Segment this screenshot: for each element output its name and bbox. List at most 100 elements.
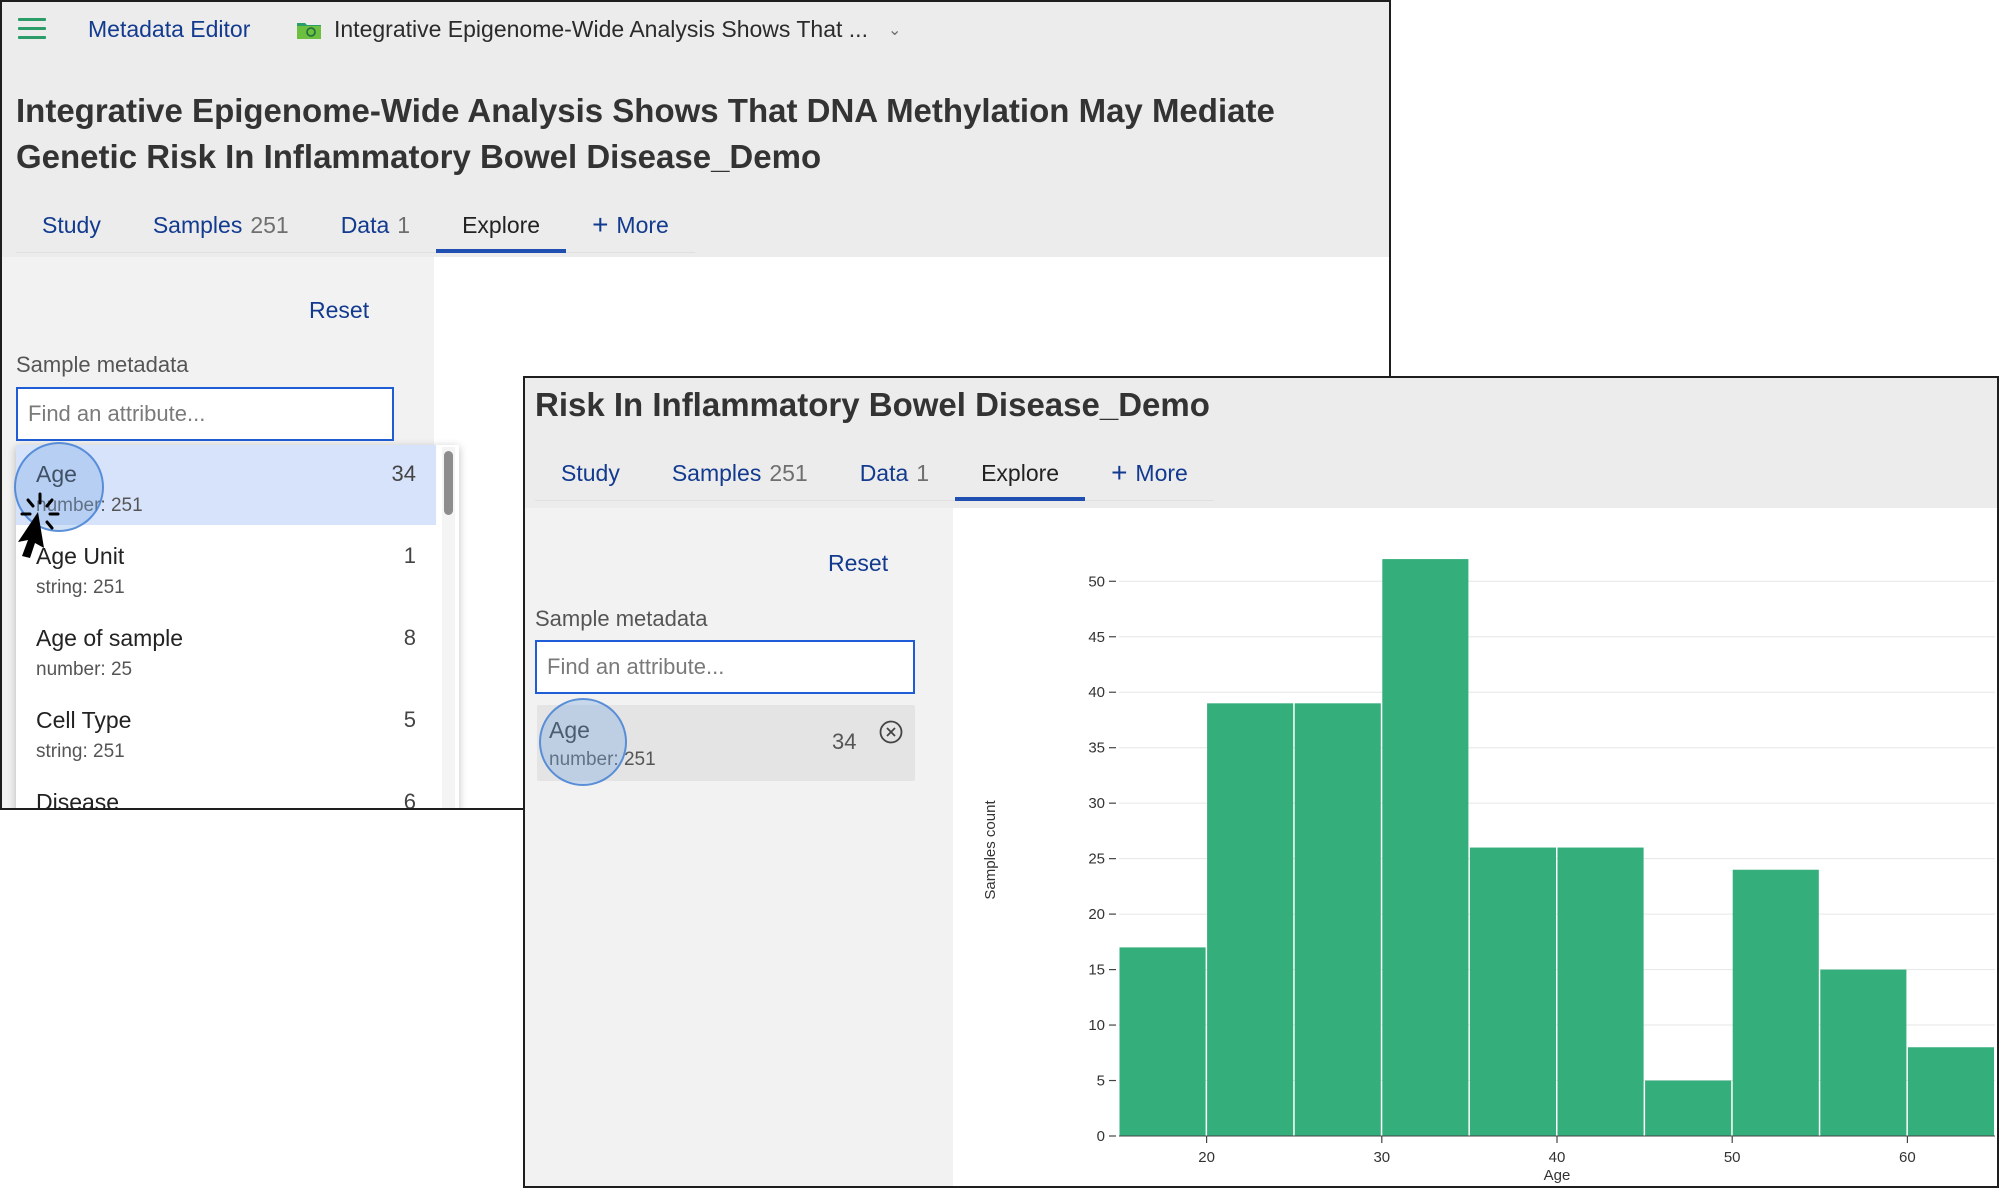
chip-type: number: 251 xyxy=(549,749,656,770)
histogram-bar xyxy=(1382,559,1469,1136)
explore-sidebar: Reset Sample metadata xyxy=(525,508,953,1186)
tab-label: Data xyxy=(340,211,390,238)
y-tick-label: 50 xyxy=(1088,573,1105,590)
tab-count: 1 xyxy=(397,211,411,238)
tab-data[interactable]: Data 1 xyxy=(834,446,955,500)
metadata-editor-window-front: Risk In Inflammatory Bowel Disease_Demo … xyxy=(523,376,1999,1188)
tab-label: Explore xyxy=(462,211,541,238)
histogram-bar xyxy=(1907,1047,1994,1136)
x-tick-label: 50 xyxy=(1724,1149,1741,1166)
plus-icon: + xyxy=(592,209,609,240)
tab-count: 251 xyxy=(769,459,808,486)
breadcrumb-title: Integrative Epigenome-Wide Analysis Show… xyxy=(334,16,868,42)
study-folder-icon xyxy=(296,20,322,40)
tab-label: Data xyxy=(859,459,909,486)
plus-icon: + xyxy=(1111,457,1128,488)
tab-samples[interactable]: Samples 251 xyxy=(127,198,315,252)
tab-bar: Study Samples 251 Data 1 Explore + More xyxy=(535,446,1214,501)
chart-area: 0 5 10 15 20 25 30 35 40 45 50 20 30 40 50 60 Age Samples… xyxy=(953,508,1997,1186)
tab-label: Samples xyxy=(152,211,243,238)
tab-data[interactable]: Data 1 xyxy=(315,198,436,252)
x-tick-label: 20 xyxy=(1198,1149,1215,1166)
page-title: Integrative Epigenome-Wide Analysis Show… xyxy=(16,92,1275,175)
y-tick-label: 25 xyxy=(1088,851,1105,868)
tab-study[interactable]: Study xyxy=(16,198,127,252)
tab-more[interactable]: + More xyxy=(1085,446,1214,500)
option-type: string: 251 xyxy=(36,577,125,598)
option-name: Age xyxy=(36,461,77,487)
top-bar: Metadata Editor Integrative Epigenome-Wi… xyxy=(2,2,1389,58)
hamburger-menu-icon[interactable] xyxy=(18,18,46,40)
option-count: 8 xyxy=(403,625,416,650)
tab-count: 1 xyxy=(916,459,930,486)
reset-button[interactable]: Reset xyxy=(309,297,369,324)
y-tick-label: 0 xyxy=(1097,1128,1105,1145)
x-tick-label: 40 xyxy=(1549,1149,1566,1166)
attribute-option-age-of-sample[interactable]: Age of sample number: 25 8 xyxy=(16,609,436,689)
option-count: 1 xyxy=(403,543,416,568)
y-tick-label: 15 xyxy=(1088,962,1105,979)
tab-label: Study xyxy=(42,211,101,238)
tab-label: Study xyxy=(561,459,620,486)
tab-label: Explore xyxy=(981,459,1060,486)
tab-bar: Study Samples 251 Data 1 Explore + More xyxy=(16,198,695,253)
cursor-click-icon xyxy=(18,492,60,558)
tab-more[interactable]: + More xyxy=(566,198,695,252)
attribute-search-input[interactable] xyxy=(16,387,394,441)
dropdown-scrollbar[interactable] xyxy=(442,447,455,808)
reset-button[interactable]: Reset xyxy=(828,550,888,577)
x-tick-label: 30 xyxy=(1373,1149,1390,1166)
option-count: 34 xyxy=(391,461,416,486)
attribute-search-input[interactable] xyxy=(535,640,915,694)
app-name-link[interactable]: Metadata Editor xyxy=(88,16,250,43)
tab-study[interactable]: Study xyxy=(535,446,646,500)
attribute-option-age-unit[interactable]: Age Unit string: 251 1 xyxy=(16,527,436,607)
attribute-option-cell-type[interactable]: Cell Type string: 251 5 xyxy=(16,691,436,771)
histogram-bar xyxy=(1294,703,1381,1136)
chip-name: Age xyxy=(549,717,590,743)
tab-count: 251 xyxy=(250,211,289,238)
y-tick-label: 20 xyxy=(1088,906,1105,923)
option-count: 5 xyxy=(403,707,416,732)
option-type: number: 25 xyxy=(36,659,133,680)
y-tick-label: 10 xyxy=(1088,1017,1105,1034)
option-name: Cell Type xyxy=(36,707,132,733)
y-tick-label: 30 xyxy=(1088,795,1105,812)
tab-explore[interactable]: Explore xyxy=(955,446,1086,501)
tab-label: More xyxy=(1135,459,1188,486)
histogram-bar xyxy=(1119,947,1206,1136)
attribute-dropdown: Age number: 251 34 Age Unit string: 251 … xyxy=(16,445,459,810)
selected-attribute-chip[interactable]: Age number: 251 34 xyxy=(537,705,915,781)
histogram-bar xyxy=(1732,869,1819,1136)
tab-label: More xyxy=(616,211,669,238)
y-axis-title: Samples count xyxy=(982,800,999,900)
y-tick-label: 5 xyxy=(1097,1073,1105,1090)
x-tick-label: 60 xyxy=(1899,1149,1916,1166)
study-breadcrumb[interactable]: Integrative Epigenome-Wide Analysis Show… xyxy=(296,16,901,43)
remove-circle-icon[interactable] xyxy=(878,719,904,745)
tab-label: Samples xyxy=(671,459,762,486)
attribute-option-disease[interactable]: Disease 6 xyxy=(16,773,436,810)
option-count: 6 xyxy=(403,789,416,810)
option-name: Disease xyxy=(36,789,120,810)
histogram-bar xyxy=(1557,847,1644,1136)
histogram-bar xyxy=(1645,1080,1732,1136)
chevron-down-icon[interactable]: ⌄ xyxy=(888,20,901,40)
tab-samples[interactable]: Samples 251 xyxy=(646,446,834,500)
histogram-bar xyxy=(1469,847,1556,1136)
x-axis-title: Age xyxy=(1544,1167,1571,1184)
y-tick-label: 40 xyxy=(1088,684,1105,701)
y-tick-label: 45 xyxy=(1088,629,1105,646)
scrollbar-thumb[interactable] xyxy=(444,451,453,515)
option-type: string: 251 xyxy=(36,741,125,762)
histogram-bar xyxy=(1820,969,1907,1136)
chip-count: 34 xyxy=(832,729,857,754)
age-histogram: 0 5 10 15 20 25 30 35 40 45 50 20 30 40 50 60 Age Samples… xyxy=(982,559,1995,1184)
attribute-option-age[interactable]: Age number: 251 34 xyxy=(16,445,436,525)
y-tick-label: 35 xyxy=(1088,740,1105,757)
option-name: Age of sample xyxy=(36,625,184,651)
sample-metadata-label: Sample metadata xyxy=(535,606,708,631)
tab-explore[interactable]: Explore xyxy=(436,198,567,253)
sample-metadata-label: Sample metadata xyxy=(16,352,189,377)
page-title: Risk In Inflammatory Bowel Disease_Demo xyxy=(535,386,1210,423)
